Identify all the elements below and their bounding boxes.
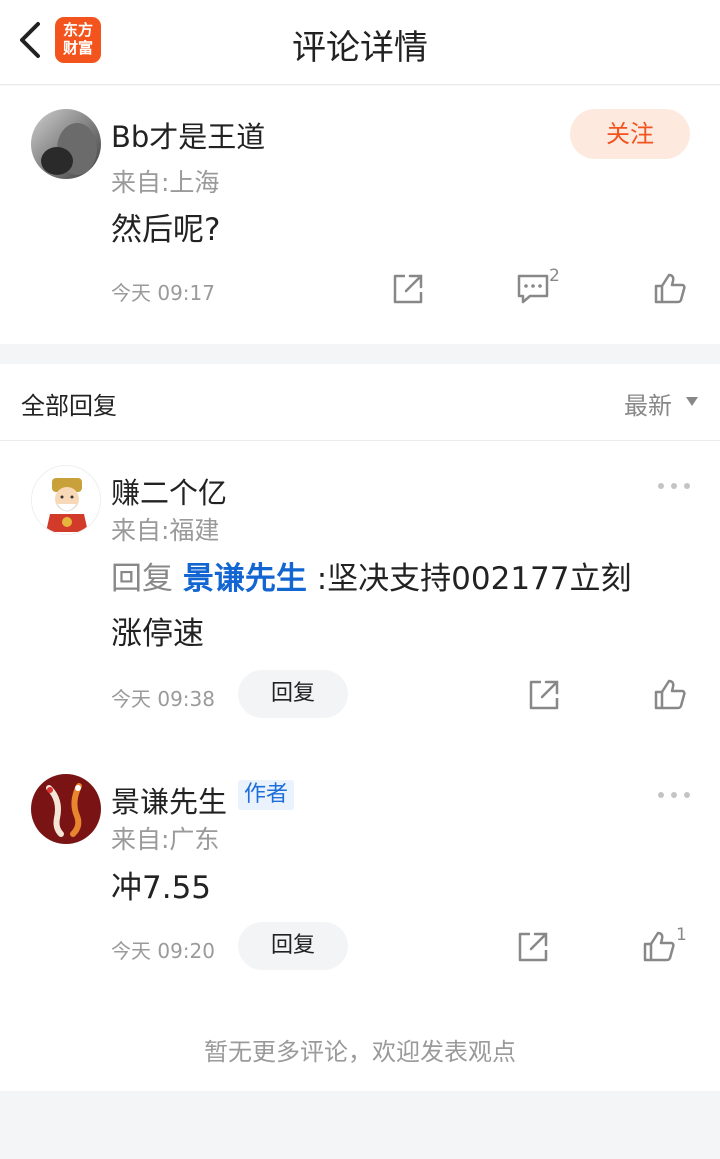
username[interactable]: 景谦先生: [111, 779, 227, 821]
username[interactable]: 赚二个亿: [111, 470, 227, 512]
dropdown-arrow-icon[interactable]: [686, 397, 698, 406]
like-icon[interactable]: [653, 678, 687, 712]
reply-prefix: 回复: [111, 561, 173, 597]
koi-fish-avatar-image: [31, 774, 101, 844]
like-icon[interactable]: [642, 930, 676, 964]
more-options-icon[interactable]: [657, 481, 691, 491]
author-badge: 作者: [238, 780, 294, 810]
comment-icon[interactable]: [516, 272, 550, 306]
no-more-comments-note: 暂无更多评论，欢迎发表观点: [204, 1038, 516, 1066]
reply-time: 今天 09:38: [111, 687, 215, 711]
top-bar: 东方 财富 评论详情: [0, 0, 720, 85]
replies-title: 全部回复: [21, 392, 117, 420]
reply-time: 今天 09:20: [111, 939, 215, 963]
username[interactable]: Bb才是王道: [111, 114, 265, 156]
user-location: 来自:上海: [111, 168, 220, 197]
share-icon[interactable]: [527, 678, 561, 712]
fortune-god-avatar-image: [32, 466, 100, 534]
more-options-icon[interactable]: [657, 790, 691, 800]
user-avatar-image: [31, 109, 101, 179]
share-icon[interactable]: [516, 930, 550, 964]
reply-content: 回复 景谦先生 :坚决支持002177立刻 涨停速: [111, 552, 701, 662]
avatar[interactable]: [31, 465, 101, 535]
user-location: 来自:福建: [111, 516, 220, 545]
share-icon[interactable]: [391, 272, 425, 306]
comment-content: 然后呢?: [111, 212, 221, 248]
reply-button[interactable]: 回复: [238, 670, 348, 718]
reply-text: :坚决支持002177立刻: [316, 561, 632, 597]
reply-button[interactable]: 回复: [238, 922, 348, 970]
avatar[interactable]: [31, 774, 101, 844]
replies-section: 全部回复 最新: [0, 364, 720, 1091]
section-divider: [0, 344, 720, 364]
sort-dropdown[interactable]: 最新: [624, 386, 672, 421]
page-title: 评论详情: [292, 28, 428, 68]
reply-content: 冲7.55: [111, 870, 212, 906]
like-icon[interactable]: [653, 272, 687, 306]
reply-text-continued: 涨停速: [111, 616, 204, 652]
avatar[interactable]: [31, 109, 101, 179]
comment-time: 今天 09:17: [111, 281, 215, 305]
comment-count: 2: [549, 266, 560, 286]
user-location: 来自:广东: [111, 825, 220, 854]
follow-button[interactable]: 关注: [570, 109, 690, 159]
reply-to-user-link[interactable]: 景谦先生: [183, 561, 307, 597]
like-count: 1: [676, 925, 687, 945]
replies-header: 全部回复 最新: [0, 364, 720, 441]
